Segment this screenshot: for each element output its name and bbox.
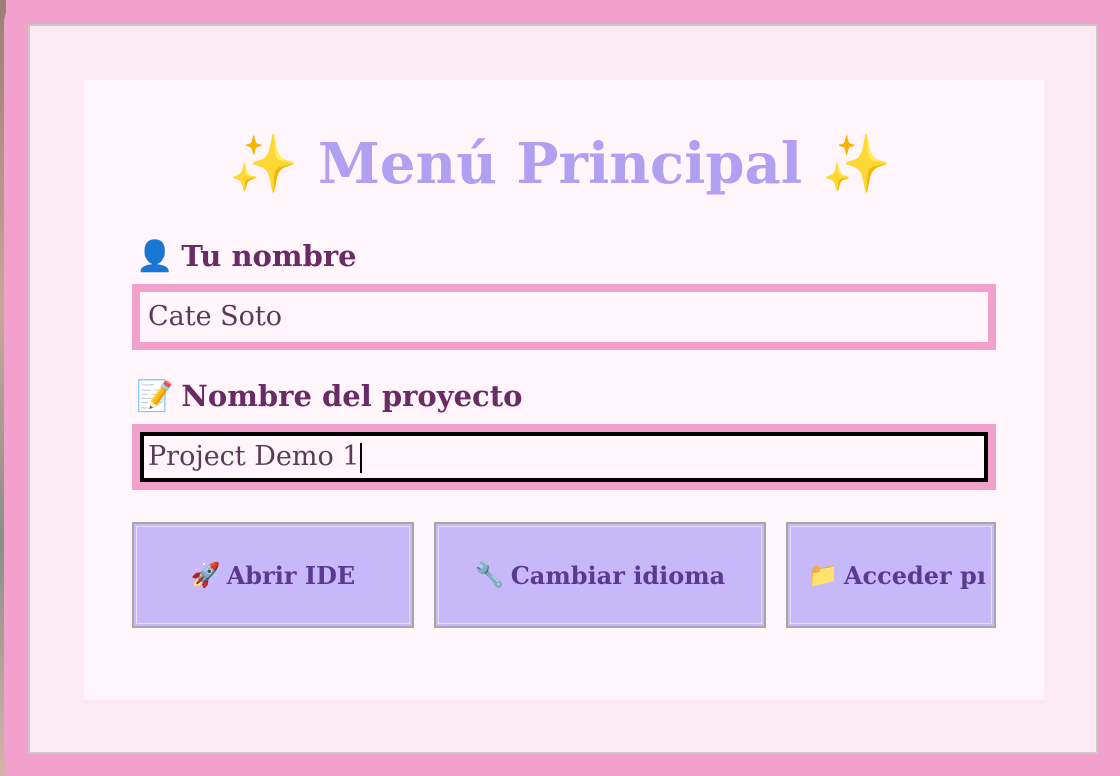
name-input[interactable]: Cate Soto [140, 292, 988, 342]
user-icon: 👤 [136, 239, 174, 274]
project-label: 📝 Nombre del proyecto [136, 376, 522, 417]
access-projects-button-label: Acceder pı [843, 560, 986, 590]
folder-icon: 📁 [808, 561, 838, 589]
name-input-value: Cate Soto [148, 301, 283, 332]
text-caret [360, 442, 363, 473]
change-language-button-label: Cambiar idioma [510, 560, 726, 590]
change-language-button[interactable]: 🔧 Cambiar idioma [434, 522, 766, 628]
open-ide-button-label: Abrir IDE [226, 560, 356, 590]
memo-icon: 📝 [136, 379, 174, 414]
open-ide-button[interactable]: 🚀 Abrir IDE [132, 522, 414, 628]
access-projects-button[interactable]: 📁 Acceder pı [786, 522, 996, 628]
rocket-icon: 🚀 [190, 561, 221, 589]
project-field: Project Demo 1 [132, 424, 996, 490]
project-label-text: Nombre del proyecto [181, 379, 523, 413]
wrench-icon: 🔧 [474, 561, 505, 589]
page-title: ✨ Menú Principal ✨ [0, 128, 1120, 201]
sparkles-icon: ✨ [228, 132, 299, 197]
name-label: 👤 Tu nombre [136, 236, 357, 277]
project-input-value: Project Demo 1 [148, 441, 360, 472]
name-field: Cate Soto [132, 284, 996, 350]
page-title-text: Menú Principal [317, 131, 803, 197]
name-label-text: Tu nombre [181, 239, 357, 273]
sparkles-icon: ✨ [821, 132, 892, 197]
project-input[interactable]: Project Demo 1 [140, 432, 988, 482]
